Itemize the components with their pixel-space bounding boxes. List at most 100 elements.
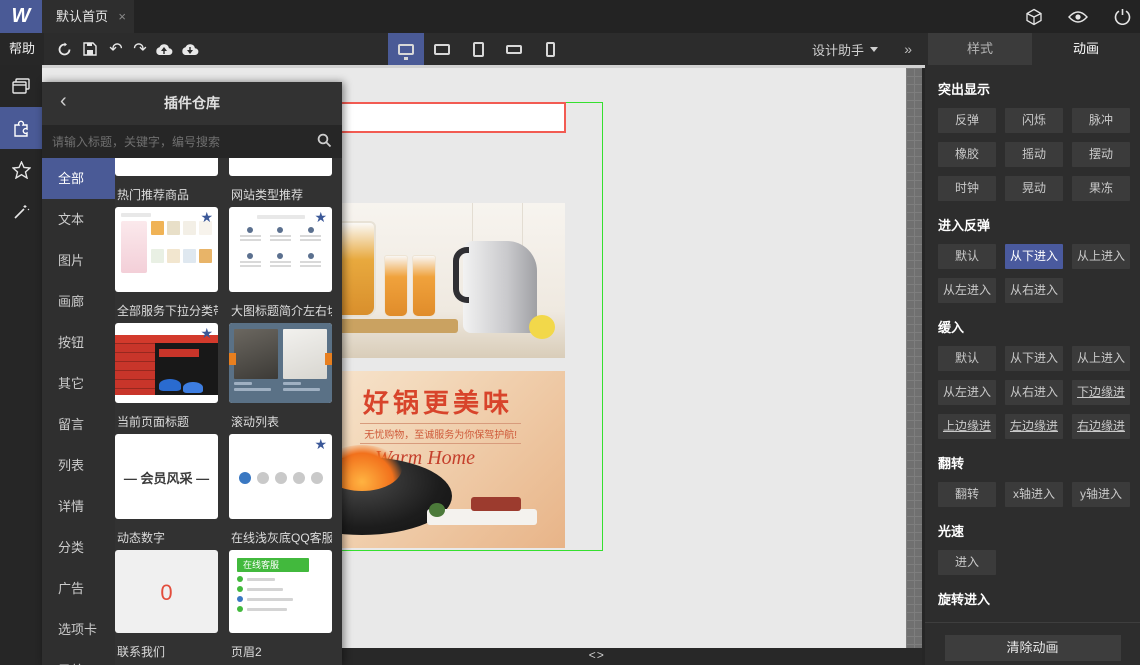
favorite-star-icon[interactable]: ★ bbox=[200, 210, 213, 224]
device-desktop-icon[interactable] bbox=[388, 33, 424, 65]
anim-button[interactable]: 摇动 bbox=[1005, 142, 1063, 167]
anim-button[interactable]: 反弹 bbox=[938, 108, 996, 133]
plugin-card-page-title[interactable]: — 会员风采 — bbox=[115, 434, 218, 519]
section-heading: 进入反弹 bbox=[938, 218, 991, 233]
anim-button[interactable]: 从上进入 bbox=[1072, 346, 1130, 371]
plugin-card-label: 在线浅灰底QQ客服 bbox=[231, 531, 332, 545]
anim-button[interactable]: 从右进入 bbox=[1005, 278, 1063, 303]
save-icon[interactable] bbox=[78, 33, 102, 65]
category-item[interactable]: 画廊 bbox=[42, 281, 115, 322]
sidebar-plugins-icon[interactable] bbox=[0, 107, 42, 149]
page-tab-label: 默认首页 bbox=[56, 9, 109, 24]
category-item[interactable]: 全部 bbox=[42, 158, 115, 199]
canvas-vertical-scrollbar[interactable] bbox=[906, 68, 922, 651]
category-item[interactable]: 选项卡 bbox=[42, 609, 115, 650]
anim-button[interactable]: 橡胶 bbox=[938, 142, 996, 167]
anim-button[interactable]: 进入 bbox=[938, 550, 996, 575]
favorite-star-icon[interactable]: ★ bbox=[314, 210, 327, 224]
design-assistant-dropdown[interactable]: 设计助手 bbox=[812, 33, 878, 65]
plugin-card-hot-products[interactable]: ★ bbox=[115, 207, 218, 292]
search-icon[interactable] bbox=[317, 133, 332, 153]
category-item[interactable]: 广告 bbox=[42, 568, 115, 609]
device-tablet-landscape-icon[interactable] bbox=[424, 33, 460, 65]
sidebar-pages-icon[interactable] bbox=[0, 65, 42, 107]
plugin-card-label: 热门推荐商品 bbox=[117, 188, 190, 202]
plugin-card-label: 滚动列表 bbox=[231, 415, 280, 429]
anim-button[interactable]: 下边缘进 bbox=[1072, 380, 1130, 405]
favorite-star-icon[interactable]: ★ bbox=[200, 326, 213, 340]
category-item[interactable]: 列表 bbox=[42, 445, 115, 486]
plugin-card-big-image-switch[interactable] bbox=[229, 323, 332, 403]
category-item[interactable]: 其它 bbox=[42, 363, 115, 404]
app-logo: W bbox=[0, 0, 42, 33]
anim-button[interactable]: 晃动 bbox=[1005, 176, 1063, 201]
anim-button[interactable]: 脉冲 bbox=[1072, 108, 1130, 133]
anim-button[interactable]: 上边缘进 bbox=[938, 414, 996, 439]
refresh-icon[interactable] bbox=[52, 33, 76, 65]
category-item[interactable]: 导航 bbox=[42, 650, 115, 665]
anim-button[interactable]: 右边缘进 bbox=[1072, 414, 1130, 439]
anim-button[interactable]: 从左进入 bbox=[938, 278, 996, 303]
undo-icon[interactable]: ↶ bbox=[104, 33, 128, 65]
device-phone-landscape-icon[interactable] bbox=[496, 33, 532, 65]
clear-animation-button[interactable]: 清除动画 bbox=[944, 635, 1121, 661]
plugin-card-dynamic-number[interactable]: 0 bbox=[115, 550, 218, 633]
plugin-search-bar bbox=[42, 125, 342, 158]
tab-animation[interactable]: 动画 bbox=[1032, 33, 1140, 65]
plugin-card-services-dropdown[interactable]: ★ bbox=[115, 323, 218, 403]
sidebar-wand-icon[interactable] bbox=[0, 191, 42, 233]
close-tab-icon[interactable]: × bbox=[118, 0, 126, 33]
sidebar-favorites-icon[interactable] bbox=[0, 149, 42, 191]
tab-style[interactable]: 样式 bbox=[928, 33, 1032, 65]
anim-button[interactable]: 时钟 bbox=[938, 176, 996, 201]
anim-button-selected[interactable]: 从下进入 bbox=[1005, 244, 1063, 269]
plugin-card-qq-service[interactable]: 在线客服 bbox=[229, 550, 332, 633]
section-heading: 翻转 bbox=[938, 456, 965, 471]
help-button[interactable]: 帮助 bbox=[0, 33, 44, 65]
wok-banner-tagline: 无忧购物，至诚服务为你保驾护航! bbox=[360, 423, 521, 444]
plugin-card-partial[interactable] bbox=[229, 158, 332, 176]
redo-icon[interactable]: ↷ bbox=[128, 33, 152, 65]
device-phone-portrait-icon[interactable] bbox=[532, 33, 568, 65]
page-title-preview: — 会员风采 — bbox=[123, 471, 210, 486]
page-tab[interactable]: 默认首页 × bbox=[42, 0, 135, 33]
anim-button[interactable]: x轴进入 bbox=[1005, 482, 1063, 507]
anim-button[interactable]: 默认 bbox=[938, 346, 996, 371]
anim-button[interactable]: 从上进入 bbox=[1072, 244, 1130, 269]
preview-3d-icon[interactable] bbox=[1024, 7, 1044, 27]
code-view-icon[interactable]: <> bbox=[589, 649, 605, 663]
plugin-panel-title: 插件仓库 bbox=[164, 95, 220, 111]
left-sidebar bbox=[0, 65, 42, 665]
plugin-card-partial[interactable] bbox=[115, 158, 218, 176]
device-tablet-portrait-icon[interactable] bbox=[460, 33, 496, 65]
anim-button[interactable]: 果冻 bbox=[1072, 176, 1130, 201]
anim-button[interactable]: 翻转 bbox=[938, 482, 996, 507]
cloud-upload-icon[interactable] bbox=[152, 33, 176, 65]
plugin-library-panel: ‹ 插件仓库 全部 文本 图片 画廊 按钮 其它 留言 列表 详情 分类 广告 … bbox=[42, 82, 342, 665]
plugin-card-site-types[interactable]: ★ bbox=[229, 207, 332, 292]
cloud-download-icon[interactable] bbox=[178, 33, 202, 65]
preview-eye-icon[interactable] bbox=[1068, 7, 1088, 27]
anim-button[interactable]: 从右进入 bbox=[1005, 380, 1063, 405]
favorite-star-icon[interactable]: ★ bbox=[314, 437, 327, 451]
chevron-down-icon bbox=[870, 46, 878, 52]
plugin-search-input[interactable] bbox=[42, 125, 310, 158]
plugin-card-scroll-list[interactable]: ★ bbox=[229, 434, 332, 519]
power-icon[interactable] bbox=[1112, 7, 1132, 27]
category-item[interactable]: 文本 bbox=[42, 199, 115, 240]
category-item[interactable]: 留言 bbox=[42, 404, 115, 445]
category-item[interactable]: 按钮 bbox=[42, 322, 115, 363]
anim-button[interactable]: 闪烁 bbox=[1005, 108, 1063, 133]
category-item[interactable]: 详情 bbox=[42, 486, 115, 527]
category-item[interactable]: 图片 bbox=[42, 240, 115, 281]
device-preview-switcher bbox=[388, 33, 568, 65]
collapse-panel-icon[interactable]: » bbox=[904, 33, 912, 65]
anim-button[interactable]: 默认 bbox=[938, 244, 996, 269]
toolbar: 帮助 ↶ ↷ 设计助手 » 样式 动画 bbox=[0, 33, 1140, 65]
anim-button[interactable]: 从左进入 bbox=[938, 380, 996, 405]
anim-button[interactable]: 左边缘进 bbox=[1005, 414, 1063, 439]
anim-button[interactable]: 摆动 bbox=[1072, 142, 1130, 167]
category-item[interactable]: 分类 bbox=[42, 527, 115, 568]
anim-button[interactable]: 从下进入 bbox=[1005, 346, 1063, 371]
anim-button[interactable]: y轴进入 bbox=[1072, 482, 1130, 507]
